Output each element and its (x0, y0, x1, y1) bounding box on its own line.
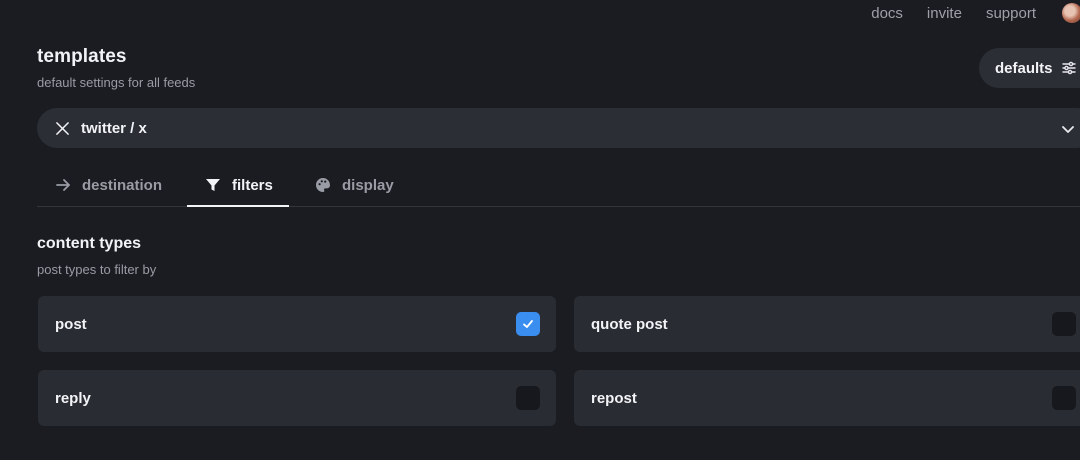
repost-checkbox[interactable] (1052, 386, 1076, 410)
option-label: post (55, 315, 87, 333)
docs-link[interactable]: docs (871, 5, 903, 22)
quote-post-checkbox[interactable] (1052, 312, 1076, 336)
option-label: reply (55, 389, 91, 407)
option-quote-post[interactable]: quote post (574, 296, 1080, 352)
section-title: content types (37, 235, 142, 252)
content-types-section: content types post types to filter by (37, 235, 156, 277)
x-logo-icon (56, 121, 69, 135)
page-title: templates (37, 46, 127, 67)
page-subtitle: default settings for all feeds (37, 75, 196, 90)
top-nav: docs invite support (871, 3, 1080, 23)
sliders-icon (1061, 61, 1076, 75)
platform-select[interactable]: twitter / x (37, 108, 1080, 148)
checkmark-icon (523, 320, 533, 328)
section-subtitle: post types to filter by (37, 262, 157, 277)
page-header: templates default settings for all feeds (37, 46, 195, 90)
reply-checkbox[interactable] (516, 386, 540, 410)
support-link[interactable]: support (986, 5, 1036, 22)
tab-filters[interactable]: filters (187, 164, 289, 207)
tab-destination[interactable]: destination (55, 164, 162, 206)
option-label: quote post (591, 315, 668, 333)
option-label: repost (591, 389, 637, 407)
settings-tabs: destination filters display (37, 164, 1080, 207)
option-reply[interactable]: reply (38, 370, 556, 426)
tab-filters-label: filters (232, 176, 273, 194)
avatar[interactable] (1062, 3, 1080, 23)
arrow-right-icon (56, 179, 70, 191)
palette-icon (316, 178, 330, 192)
defaults-button-label: defaults (995, 59, 1053, 77)
invite-link[interactable]: invite (927, 5, 962, 22)
defaults-button[interactable]: defaults (979, 48, 1080, 88)
platform-select-value: twitter / x (81, 119, 147, 137)
tab-display-label: display (342, 176, 394, 194)
tab-display[interactable]: display (315, 164, 394, 206)
filter-icon (206, 179, 220, 191)
option-repost[interactable]: repost (574, 370, 1080, 426)
post-checkbox[interactable] (516, 312, 540, 336)
chevron-down-icon (1062, 126, 1074, 133)
option-post[interactable]: post (38, 296, 556, 352)
tab-destination-label: destination (82, 176, 163, 194)
